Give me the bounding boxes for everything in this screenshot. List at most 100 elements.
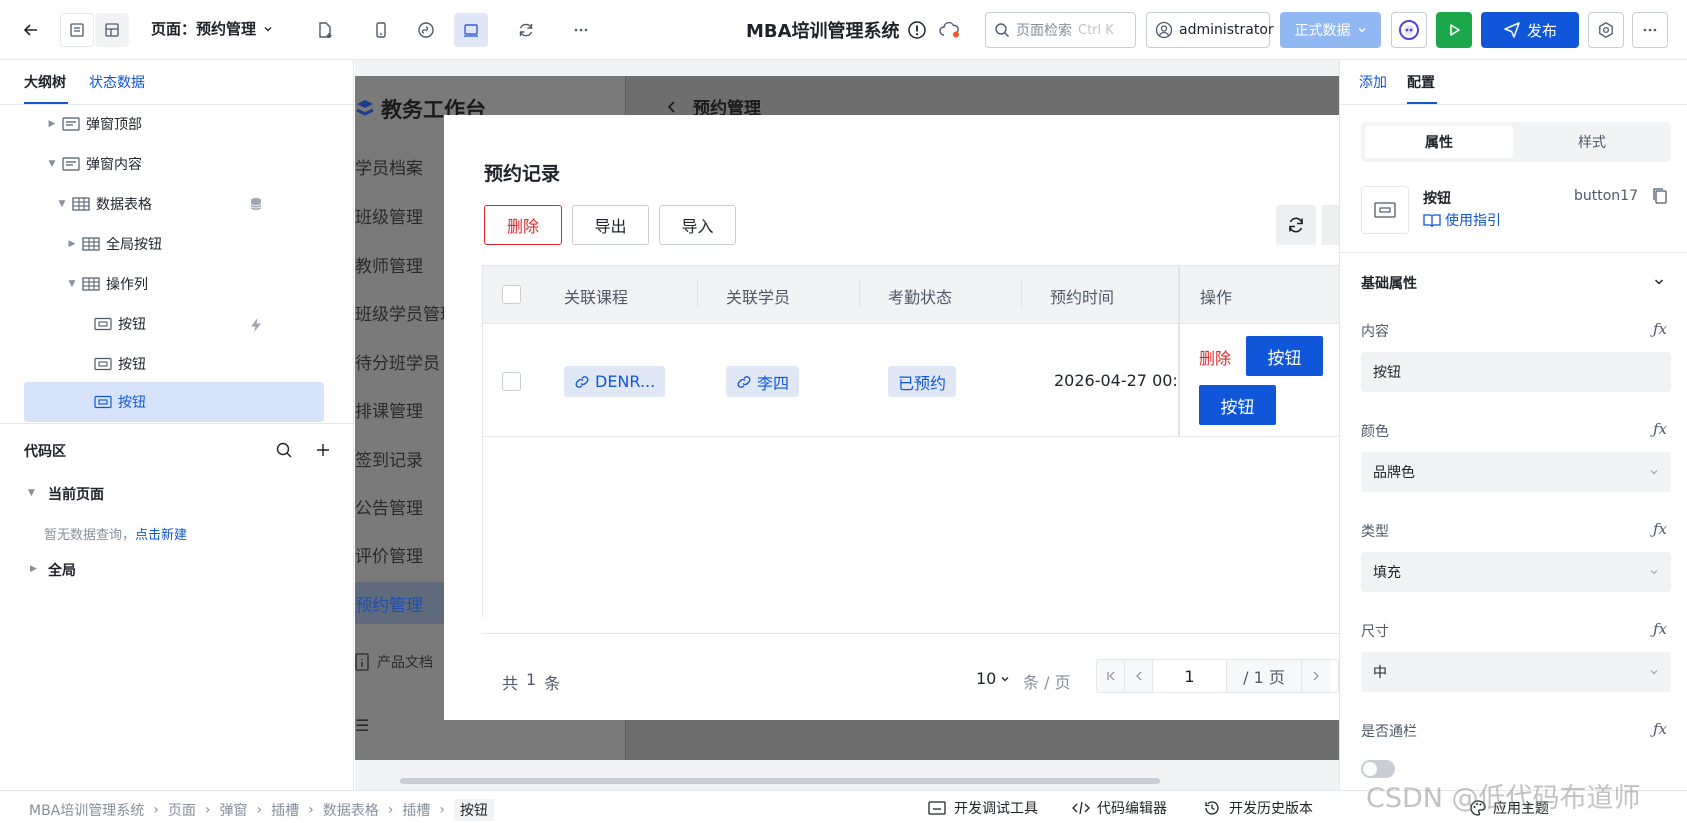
usage-guide-link[interactable]: 使用指引: [1423, 210, 1501, 230]
tree-node-data-table[interactable]: ▼ 数据表格: [0, 186, 330, 222]
nav-item[interactable]: 班级学员管理: [355, 300, 457, 325]
breadcrumb-item[interactable]: 插槽: [402, 800, 430, 820]
fx-icon[interactable]: ƒx: [1653, 320, 1667, 338]
lightning-event-icon[interactable]: [248, 317, 264, 333]
caret-down-icon[interactable]: ▼: [28, 488, 35, 498]
user-menu[interactable]: administrator: [1146, 12, 1274, 48]
chevron-down-icon[interactable]: [1653, 276, 1665, 288]
tab-outline-tree[interactable]: 大纲树: [24, 72, 66, 92]
tab-add[interactable]: 添加: [1359, 72, 1387, 92]
desktop-view-icon[interactable]: [454, 13, 488, 47]
miniprogram-view-icon[interactable]: [409, 13, 443, 47]
tree-node-action-column[interactable]: ▼ 操作列: [0, 266, 330, 302]
course-link-tag[interactable]: DENR...: [564, 366, 666, 397]
breadcrumb-item[interactable]: 插槽: [271, 800, 299, 820]
fx-icon[interactable]: ƒx: [1653, 520, 1667, 538]
fx-icon[interactable]: ƒx: [1653, 420, 1667, 438]
prev-page-icon[interactable]: [1125, 660, 1153, 692]
tree-node-button-selected[interactable]: 按钮: [24, 382, 324, 422]
tab-state-data[interactable]: 状态数据: [89, 72, 145, 92]
more-menu-icon[interactable]: [1632, 12, 1668, 48]
page-selector[interactable]: 页面：预约管理: [151, 18, 274, 39]
menu-collapse-icon[interactable]: ☰: [355, 716, 369, 735]
create-link[interactable]: 点击新建: [135, 528, 187, 543]
tree-node-modal-header[interactable]: ▶ 弹窗顶部: [0, 106, 330, 142]
page-search-input[interactable]: 页面检索 Ctrl K: [985, 12, 1136, 48]
first-page-icon[interactable]: [1097, 660, 1125, 692]
history-button[interactable]: 开发历史版本: [1203, 798, 1313, 818]
back-arrow-icon[interactable]: [14, 13, 48, 47]
column-header[interactable]: 关联课程: [564, 284, 628, 308]
chevron-left-icon[interactable]: [665, 100, 679, 114]
row-action-button[interactable]: 按钮: [1199, 385, 1276, 425]
code-editor-button[interactable]: 代码编辑器: [1071, 798, 1167, 818]
tree-node-button[interactable]: 按钮: [0, 306, 330, 342]
caret-right-icon[interactable]: ▶: [30, 564, 37, 574]
student-link-tag[interactable]: 李四: [726, 366, 800, 397]
row-checkbox[interactable]: [502, 372, 521, 391]
tree-node-modal-content[interactable]: ▼ 弹窗内容: [0, 146, 330, 182]
nav-item[interactable]: 公告管理: [355, 494, 423, 519]
seg-properties[interactable]: 属性: [1365, 126, 1513, 158]
nav-item[interactable]: 签到记录: [355, 446, 423, 471]
add-icon[interactable]: [314, 441, 332, 459]
column-header[interactable]: 关联学员: [726, 284, 790, 308]
row-delete-link[interactable]: 删除: [1199, 345, 1231, 369]
type-select[interactable]: 填充: [1361, 552, 1671, 592]
product-docs-link[interactable]: 产品文档: [355, 652, 433, 672]
mobile-view-icon[interactable]: [364, 13, 398, 47]
fx-icon[interactable]: ƒx: [1653, 720, 1667, 738]
breadcrumb-item[interactable]: 数据表格: [323, 800, 379, 820]
export-button[interactable]: 导出: [572, 205, 649, 245]
page-number-input[interactable]: 1: [1153, 660, 1227, 692]
new-page-icon[interactable]: [308, 13, 342, 47]
column-header[interactable]: 预约时间: [1050, 284, 1114, 308]
copy-icon[interactable]: [1652, 187, 1668, 205]
search-icon[interactable]: [275, 441, 293, 459]
tree-node-global-buttons[interactable]: ▶ 全局按钮: [0, 226, 330, 262]
fx-icon[interactable]: ƒx: [1653, 620, 1667, 638]
global-node[interactable]: 全局: [48, 560, 76, 580]
nav-item[interactable]: 班级管理: [355, 203, 423, 228]
dev-tools-button[interactable]: 开发调试工具: [928, 798, 1038, 818]
publish-button[interactable]: 发布: [1481, 12, 1579, 48]
info-icon[interactable]: [907, 20, 927, 40]
column-header[interactable]: 操作: [1200, 284, 1232, 308]
canvas-horizontal-scrollbar[interactable]: [400, 778, 1160, 784]
seg-style[interactable]: 样式: [1517, 126, 1667, 158]
breadcrumb-item[interactable]: MBA培训管理系统: [29, 800, 144, 820]
nav-item[interactable]: 学员档案: [355, 154, 423, 179]
nav-item[interactable]: 评价管理: [355, 542, 423, 567]
outline-view-icon[interactable]: [60, 13, 94, 47]
nav-item[interactable]: 排课管理: [355, 397, 423, 422]
import-button[interactable]: 导入: [659, 205, 736, 245]
cloud-sync-icon[interactable]: [938, 20, 962, 40]
content-input[interactable]: 按钮: [1361, 352, 1671, 392]
settings-icon[interactable]: [1588, 12, 1624, 48]
breadcrumb-item-current[interactable]: 按钮: [453, 799, 494, 821]
table-refresh-icon[interactable]: [1276, 205, 1316, 245]
breadcrumb-item[interactable]: 弹窗: [219, 800, 247, 820]
next-page-icon[interactable]: [1302, 660, 1330, 692]
tree-node-button[interactable]: 按钮: [0, 346, 330, 382]
ai-assistant-icon[interactable]: [1391, 12, 1427, 48]
nav-item[interactable]: 教师管理: [355, 252, 423, 277]
color-select[interactable]: 品牌色: [1361, 452, 1671, 492]
current-page-node[interactable]: 当前页面: [48, 484, 104, 504]
column-header[interactable]: 考勤状态: [888, 284, 952, 308]
layout-view-icon[interactable]: [95, 13, 129, 47]
tab-config[interactable]: 配置: [1407, 72, 1435, 92]
breadcrumb-item[interactable]: 页面: [168, 800, 196, 820]
database-icon[interactable]: [249, 197, 263, 211]
size-select[interactable]: 中: [1361, 652, 1671, 692]
refresh-icon[interactable]: [509, 13, 543, 47]
environment-selector[interactable]: 正式数据: [1280, 12, 1381, 48]
page-size-select[interactable]: 10: [976, 669, 1010, 688]
table-settings-button-partial[interactable]: [1322, 205, 1339, 245]
delete-button[interactable]: 删除: [484, 205, 562, 245]
more-icon[interactable]: [564, 13, 598, 47]
select-all-checkbox[interactable]: [502, 285, 521, 304]
nav-item[interactable]: 待分班学员: [355, 349, 440, 374]
preview-play-button[interactable]: [1436, 12, 1472, 48]
nav-item-active[interactable]: 预约管理: [355, 591, 423, 616]
